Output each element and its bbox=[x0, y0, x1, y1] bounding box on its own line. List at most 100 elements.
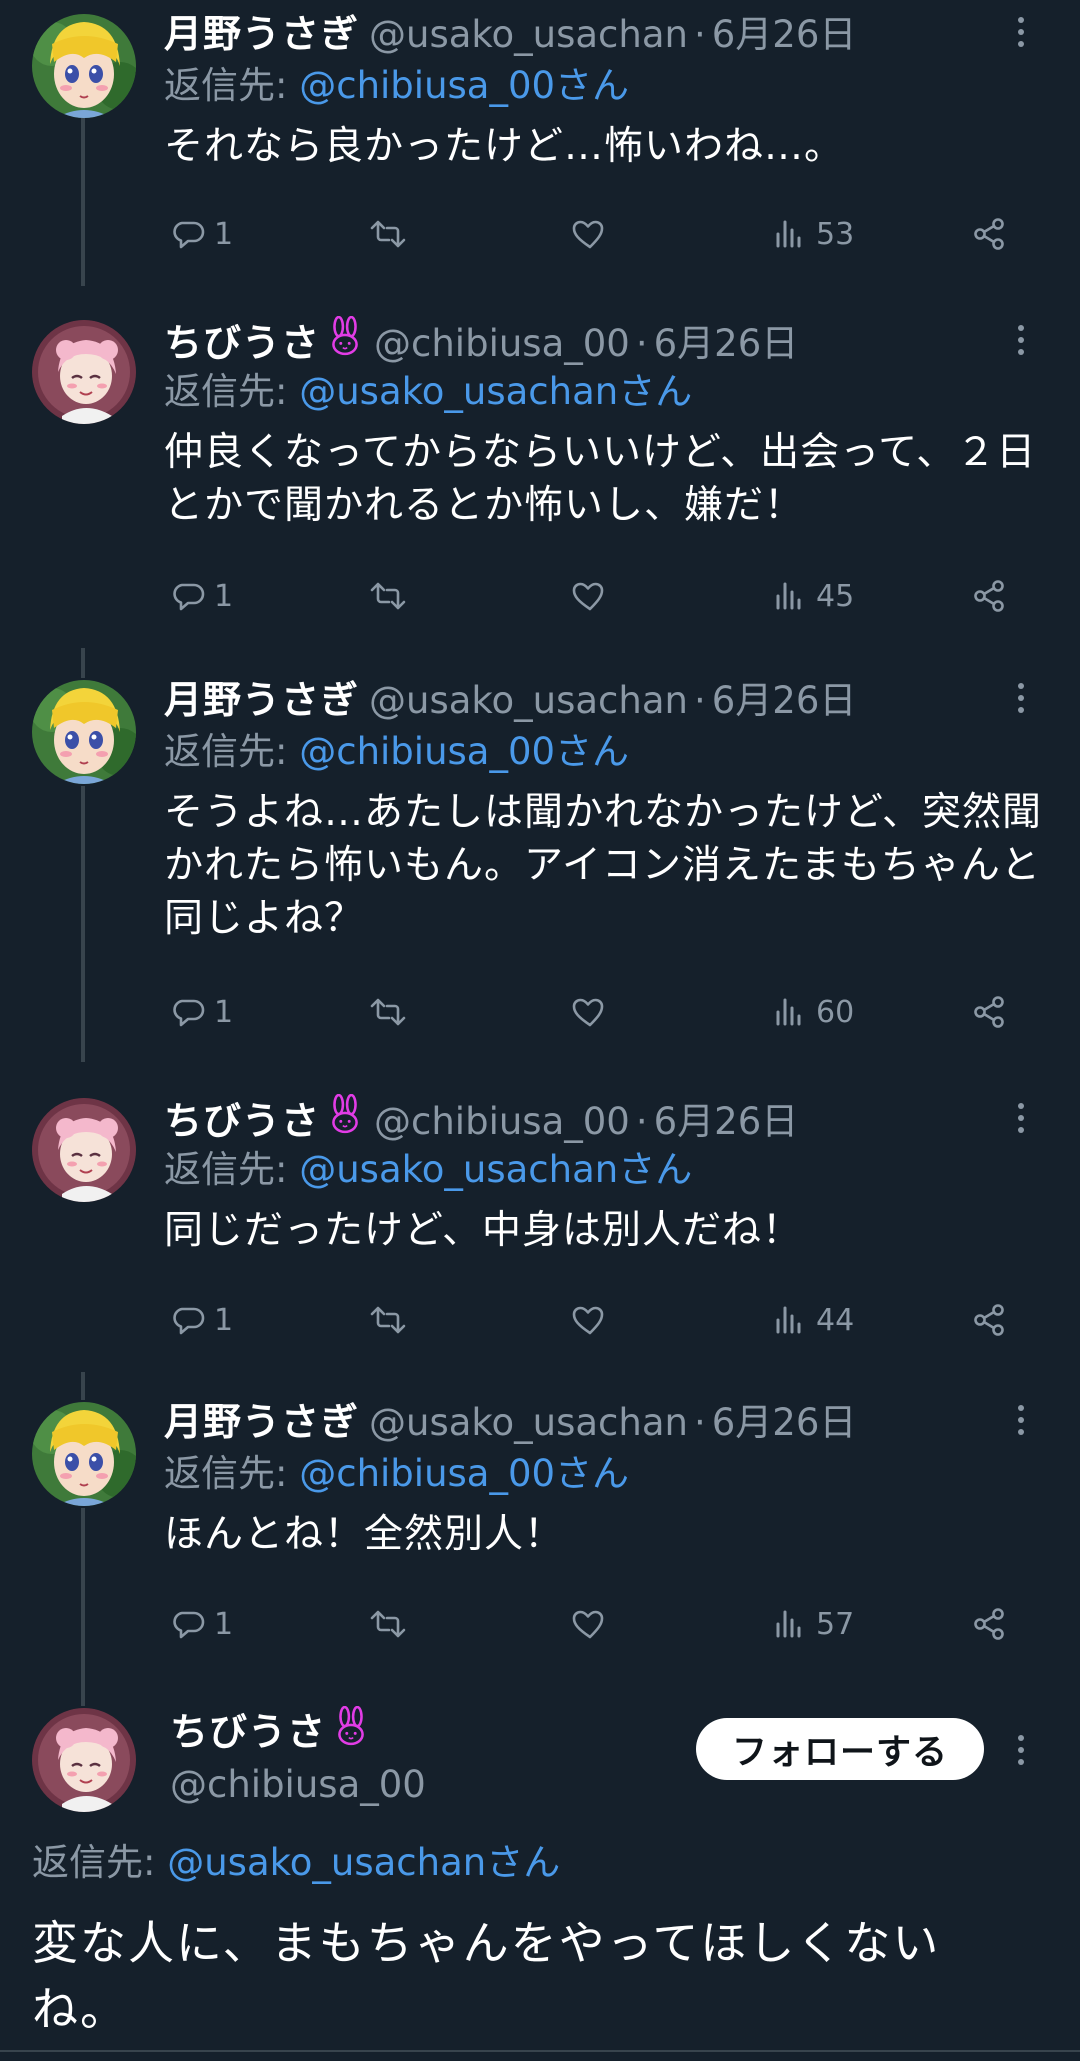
separator: · bbox=[635, 322, 648, 365]
handle[interactable]: @chibiusa_00 bbox=[374, 320, 630, 368]
reply-button[interactable]: 1 bbox=[168, 1294, 233, 1346]
avatar[interactable] bbox=[32, 1708, 136, 1812]
retweet-button[interactable] bbox=[366, 208, 410, 260]
view-count: 53 bbox=[816, 216, 855, 252]
reply-button[interactable]: 1 bbox=[168, 986, 233, 1038]
comment-icon bbox=[168, 1604, 208, 1644]
retweet-button[interactable] bbox=[366, 1598, 410, 1650]
tweet-text: 同じだったけど、中身は別人だね！ bbox=[164, 1208, 803, 1253]
share-button[interactable] bbox=[970, 570, 1010, 622]
retweet-icon bbox=[366, 576, 410, 616]
reply-mention-link[interactable]: @usako_usachanさん bbox=[167, 1841, 560, 1884]
retweet-icon bbox=[366, 214, 410, 254]
heart-icon bbox=[570, 1300, 610, 1340]
display-name[interactable]: 月野うさぎ bbox=[164, 676, 359, 724]
share-icon bbox=[970, 214, 1010, 254]
avatar[interactable] bbox=[32, 1098, 136, 1202]
reply-mention-link[interactable]: @usako_usachanさん bbox=[299, 370, 692, 413]
share-icon bbox=[970, 576, 1010, 616]
tweet-text: 変な人に、まもちゃんをやってほしくないね。 bbox=[32, 1916, 941, 2036]
views-button[interactable]: 45 bbox=[770, 570, 854, 622]
retweet-button[interactable] bbox=[366, 986, 410, 1038]
reply-mention-link[interactable]: @chibiusa_00さん bbox=[299, 64, 629, 107]
like-button[interactable] bbox=[570, 208, 610, 260]
display-name[interactable]: ちびうさ bbox=[164, 1097, 320, 1145]
handle[interactable]: @chibiusa_00 bbox=[374, 1098, 630, 1146]
reply-button[interactable]: 1 bbox=[168, 570, 233, 622]
avatar[interactable] bbox=[32, 680, 136, 784]
view-count: 60 bbox=[816, 994, 855, 1030]
reply-count: 1 bbox=[214, 578, 234, 614]
tweet[interactable]: 月野うさぎ @usako_usachan · 6月26日 返信先: @chibi… bbox=[0, 1388, 1080, 1678]
views-button[interactable]: 44 bbox=[770, 1294, 854, 1346]
reply-prefix: 返信先: bbox=[164, 370, 288, 413]
reply-prefix: 返信先: bbox=[164, 730, 288, 773]
like-button[interactable] bbox=[570, 1598, 610, 1650]
follow-button[interactable]: フォローする bbox=[696, 1718, 984, 1780]
handle[interactable]: @usako_usachan bbox=[369, 1399, 688, 1447]
timestamp[interactable]: 6月26日 bbox=[654, 1098, 799, 1146]
views-button[interactable]: 53 bbox=[770, 208, 854, 260]
like-button[interactable] bbox=[570, 1294, 610, 1346]
display-name[interactable]: ちびうさ bbox=[170, 1701, 326, 1756]
display-name[interactable]: ちびうさ bbox=[164, 319, 320, 367]
timestamp[interactable]: 6月26日 bbox=[712, 11, 857, 59]
retweet-icon bbox=[366, 992, 410, 1032]
retweet-icon bbox=[366, 1300, 410, 1340]
reply-prefix: 返信先: bbox=[164, 1148, 288, 1191]
views-button[interactable]: 60 bbox=[770, 986, 854, 1038]
handle[interactable]: @usako_usachan bbox=[369, 677, 688, 725]
reply-context: 返信先: @usako_usachanさん bbox=[32, 1835, 560, 1891]
reply-button[interactable]: 1 bbox=[168, 1598, 233, 1650]
analytics-icon bbox=[770, 214, 810, 254]
timestamp[interactable]: 6月26日 bbox=[712, 677, 857, 725]
reply-prefix: 返信先: bbox=[164, 64, 288, 107]
analytics-icon bbox=[770, 992, 810, 1032]
action-bar: 1 57 bbox=[164, 1598, 1024, 1650]
more-vertical-icon[interactable] bbox=[1006, 1730, 1036, 1770]
reply-count: 1 bbox=[214, 216, 234, 252]
share-button[interactable] bbox=[970, 208, 1010, 260]
handle[interactable]: @chibiusa_00 bbox=[170, 1760, 426, 1810]
tweet-header: ちびうさ @chibiusa_00 · 6月26日 bbox=[164, 315, 1050, 367]
analytics-icon bbox=[770, 1300, 810, 1340]
view-count: 45 bbox=[816, 578, 855, 614]
reply-count: 1 bbox=[214, 1606, 234, 1642]
avatar[interactable] bbox=[32, 14, 136, 118]
timestamp[interactable]: 6月26日 bbox=[654, 320, 799, 368]
handle[interactable]: @usako_usachan bbox=[369, 11, 688, 59]
like-button[interactable] bbox=[570, 986, 610, 1038]
comment-icon bbox=[168, 576, 208, 616]
reply-context: 返信先: @chibiusa_00さん bbox=[164, 1446, 1050, 1502]
tweet[interactable]: ちびうさ @chibiusa_00 · 6月26日 返信先: @usako_us… bbox=[0, 1084, 1080, 1374]
tweet[interactable]: ちびうさ @chibiusa_00 · 6月26日 返信先: @usako_us… bbox=[0, 300, 1080, 640]
divider bbox=[0, 2050, 1080, 2052]
share-button[interactable] bbox=[970, 1598, 1010, 1650]
reply-mention-link[interactable]: @chibiusa_00さん bbox=[299, 730, 629, 773]
tweet[interactable]: 月野うさぎ @usako_usachan · 6月26日 返信先: @chibi… bbox=[0, 0, 1080, 290]
like-button[interactable] bbox=[570, 570, 610, 622]
tweet-text: 仲良くなってからならいいけど、出会って、２日とかで聞かれるとか怖いし、嫌だ！ bbox=[164, 430, 1037, 528]
reply-mention-link[interactable]: @usako_usachanさん bbox=[299, 1148, 692, 1191]
reply-button[interactable]: 1 bbox=[168, 208, 233, 260]
avatar[interactable] bbox=[32, 1402, 136, 1506]
views-button[interactable]: 57 bbox=[770, 1598, 854, 1650]
reply-mention-link[interactable]: @chibiusa_00さん bbox=[299, 1452, 629, 1495]
tweet-text: ほんとね！全然別人！ bbox=[164, 1512, 565, 1557]
share-icon bbox=[970, 1604, 1010, 1644]
retweet-button[interactable] bbox=[366, 1294, 410, 1346]
display-name[interactable]: 月野うさぎ bbox=[164, 1398, 359, 1446]
reply-context: 返信先: @chibiusa_00さん bbox=[164, 724, 1050, 780]
avatar[interactable] bbox=[32, 320, 136, 424]
display-name[interactable]: 月野うさぎ bbox=[164, 10, 359, 58]
retweet-button[interactable] bbox=[366, 570, 410, 622]
timestamp[interactable]: 6月26日 bbox=[712, 1399, 857, 1447]
tweet-text: そうよね…あたしは聞かれなかったけど、突然聞かれたら怖いもん。アイコン消えたまも… bbox=[164, 790, 1043, 941]
tweet[interactable]: 月野うさぎ @usako_usachan · 6月26日 返信先: @chibi… bbox=[0, 666, 1080, 1066]
reply-prefix: 返信先: bbox=[32, 1841, 156, 1884]
share-button[interactable] bbox=[970, 1294, 1010, 1346]
share-icon bbox=[970, 1300, 1010, 1340]
share-button[interactable] bbox=[970, 986, 1010, 1038]
tweet-header: 月野うさぎ @usako_usachan · 6月26日 bbox=[164, 1398, 1050, 1446]
analytics-icon bbox=[770, 1604, 810, 1644]
